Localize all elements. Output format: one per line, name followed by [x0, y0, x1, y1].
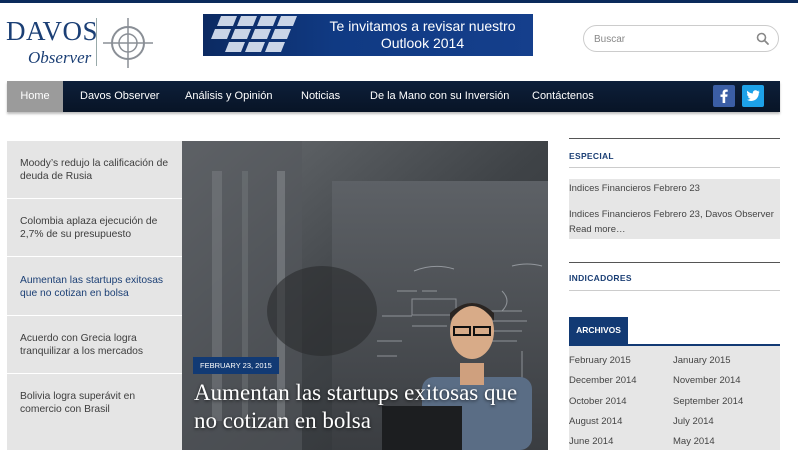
list-item[interactable]: Colombia aplaza ejecución de 2,7% de su … — [7, 199, 182, 257]
nav-item-de-la-mano[interactable]: De la Mano con su Inversión — [370, 81, 509, 112]
archive-link[interactable]: November 2014 — [673, 375, 741, 386]
archivos-tab[interactable]: ARCHIVOS — [569, 317, 628, 344]
archive-link[interactable]: July 2014 — [673, 416, 714, 427]
top-accent-stripe — [0, 0, 798, 3]
outlook-banner[interactable]: Te invitamos a revisar nuestro Outlook 2… — [203, 14, 533, 56]
archive-list: February 2015 January 2015 December 2014… — [569, 344, 780, 450]
archive-link[interactable]: September 2014 — [673, 396, 743, 407]
banner-line-2: Outlook 2014 — [380, 35, 465, 51]
davos-observer-logo[interactable]: DAVOS Observer — [6, 14, 156, 70]
read-more-link[interactable]: Read more… — [569, 223, 777, 236]
archive-link[interactable]: May 2014 — [673, 436, 715, 447]
headline-text: Moody’s redujo la calificación de deuda … — [20, 158, 169, 182]
banner-line-1: Te invitamos a revisar nuestro — [329, 18, 516, 34]
logo-primary-text: DAVOS — [6, 16, 99, 46]
sidebar-divider — [569, 262, 780, 263]
nav-item-davos-observer[interactable]: Davos Observer — [80, 81, 159, 112]
facebook-button[interactable] — [713, 85, 735, 107]
especial-heading: ESPECIAL — [569, 151, 614, 161]
twitter-button[interactable] — [742, 85, 764, 107]
logo-secondary-text: Observer — [28, 48, 92, 67]
crosshair-logo-icon — [103, 18, 153, 68]
search-input[interactable] — [594, 31, 744, 47]
sidebar-divider — [569, 167, 780, 168]
headline-list: Moody’s redujo la calificación de deuda … — [7, 141, 182, 450]
main-navigation: Home Davos Observer Análisis y Opinión N… — [7, 81, 780, 112]
article-date-badge: FEBRUARY 23, 2015 — [193, 357, 279, 374]
archive-link[interactable]: June 2014 — [569, 436, 613, 447]
list-item[interactable]: Moody’s redujo la calificación de deuda … — [7, 141, 182, 199]
nav-item-contactenos[interactable]: Contáctenos — [532, 81, 594, 112]
archive-link[interactable]: February 2015 — [569, 355, 631, 366]
especial-link-1[interactable]: Indices Financieros Febrero 23 — [569, 182, 777, 195]
facebook-icon — [720, 89, 728, 103]
headline-text: Colombia aplaza ejecución de 2,7% de su … — [20, 216, 158, 240]
archive-link[interactable]: August 2014 — [569, 416, 622, 427]
archive-link[interactable]: January 2015 — [673, 355, 731, 366]
sidebar-divider — [569, 138, 780, 139]
logo-divider — [96, 18, 97, 66]
banner-text: Te invitamos a revisar nuestro Outlook 2… — [315, 18, 530, 52]
nav-item-home[interactable]: Home — [7, 81, 63, 112]
sidebar-divider — [569, 290, 780, 291]
search-box — [583, 25, 779, 52]
nav-item-noticias[interactable]: Noticias — [301, 81, 340, 112]
headline-text: Bolivia logra superávit en comercio con … — [20, 391, 136, 415]
list-item[interactable]: Acuerdo con Grecia logra tranquilizar a … — [7, 316, 182, 374]
list-item[interactable]: Bolivia logra superávit en comercio con … — [7, 374, 182, 450]
headline-text: Acuerdo con Grecia logra tranquilizar a … — [20, 333, 144, 357]
indicadores-heading: INDICADORES — [569, 273, 632, 283]
twitter-icon — [747, 90, 760, 101]
especial-box: Indices Financieros Febrero 23 Indices F… — [569, 179, 780, 239]
grid-graphic-icon — [211, 16, 297, 52]
featured-article[interactable]: FEBRUARY 23, 2015 Aumentan las startups … — [182, 141, 548, 450]
especial-link-2[interactable]: Indices Financieros Febrero 23, Davos Ob… — [569, 208, 777, 221]
nav-item-analisis-opinion[interactable]: Análisis y Opinión — [185, 81, 272, 112]
list-item-current[interactable]: Aumentan las startups exitosas que no co… — [7, 257, 182, 316]
featured-article-title[interactable]: Aumentan las startups exitosas que no co… — [194, 379, 544, 435]
headline-text: Aumentan las startups exitosas que no co… — [20, 275, 164, 299]
archive-link[interactable]: October 2014 — [569, 396, 627, 407]
archive-link[interactable]: December 2014 — [569, 375, 637, 386]
search-icon[interactable] — [755, 31, 771, 47]
